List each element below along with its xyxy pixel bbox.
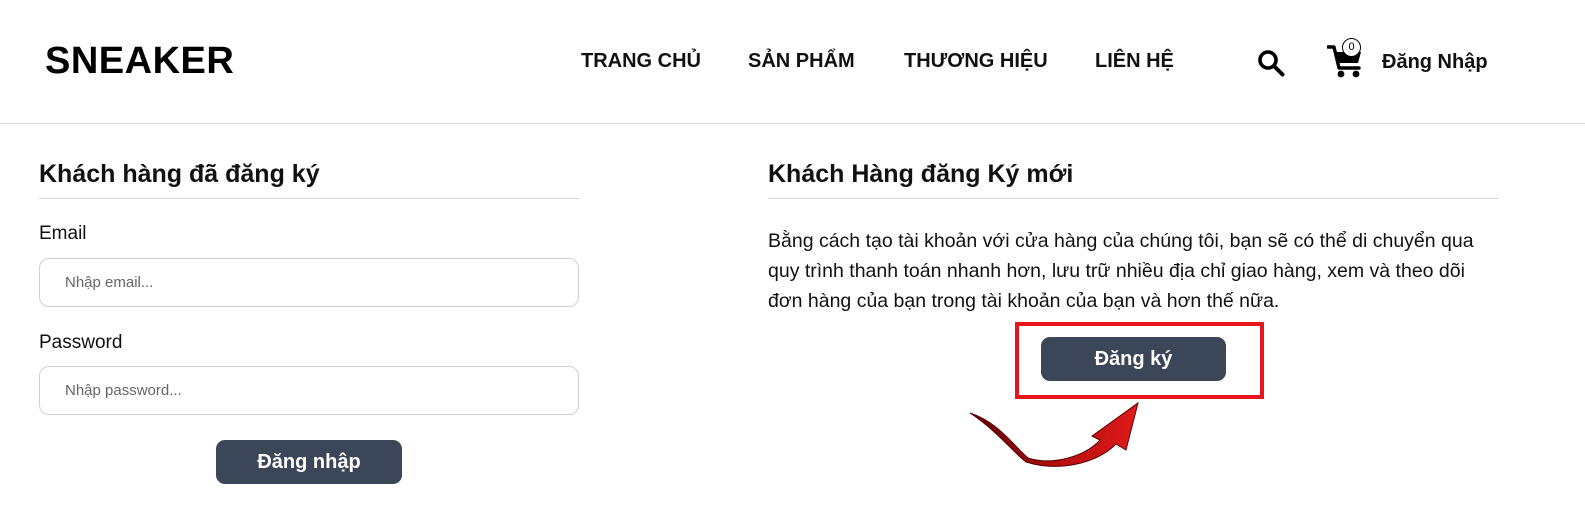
curved-arrow-icon xyxy=(969,401,1139,467)
password-field[interactable] xyxy=(39,366,579,415)
login-section: Khách hàng đã đăng ký Email Password Đăn… xyxy=(39,160,579,484)
nav-item-contact[interactable]: LIÊN HỆ xyxy=(1095,50,1174,73)
highlight-frame xyxy=(1015,322,1264,399)
email-label: Email xyxy=(39,223,87,244)
email-field[interactable] xyxy=(39,258,579,307)
header-login-link[interactable]: Đăng Nhập xyxy=(1382,51,1488,74)
nav-item-brands[interactable]: THƯƠNG HIỆU xyxy=(904,50,1048,73)
login-title: Khách hàng đã đăng ký xyxy=(39,160,579,199)
register-description: Bằng cách tạo tài khoản với cửa hàng của… xyxy=(768,230,1474,312)
register-title: Khách Hàng đăng Ký mới xyxy=(768,160,1498,199)
register-section: Khách Hàng đăng Ký mới Bằng cách tạo tài… xyxy=(768,160,1498,381)
nav-item-products[interactable]: SẢN PHẨM xyxy=(748,50,855,73)
site-header: SNEAKER TRANG CHỦ SẢN PHẨM THƯƠNG HIỆU L… xyxy=(0,0,1585,124)
password-label: Password xyxy=(39,332,123,353)
cart-count-badge: 0 xyxy=(1342,38,1361,57)
cart-button[interactable]: 0 xyxy=(1327,38,1367,80)
nav-item-home[interactable]: TRANG CHỦ xyxy=(581,50,701,73)
search-icon[interactable] xyxy=(1257,49,1285,77)
login-button[interactable]: Đăng nhập xyxy=(216,440,402,484)
